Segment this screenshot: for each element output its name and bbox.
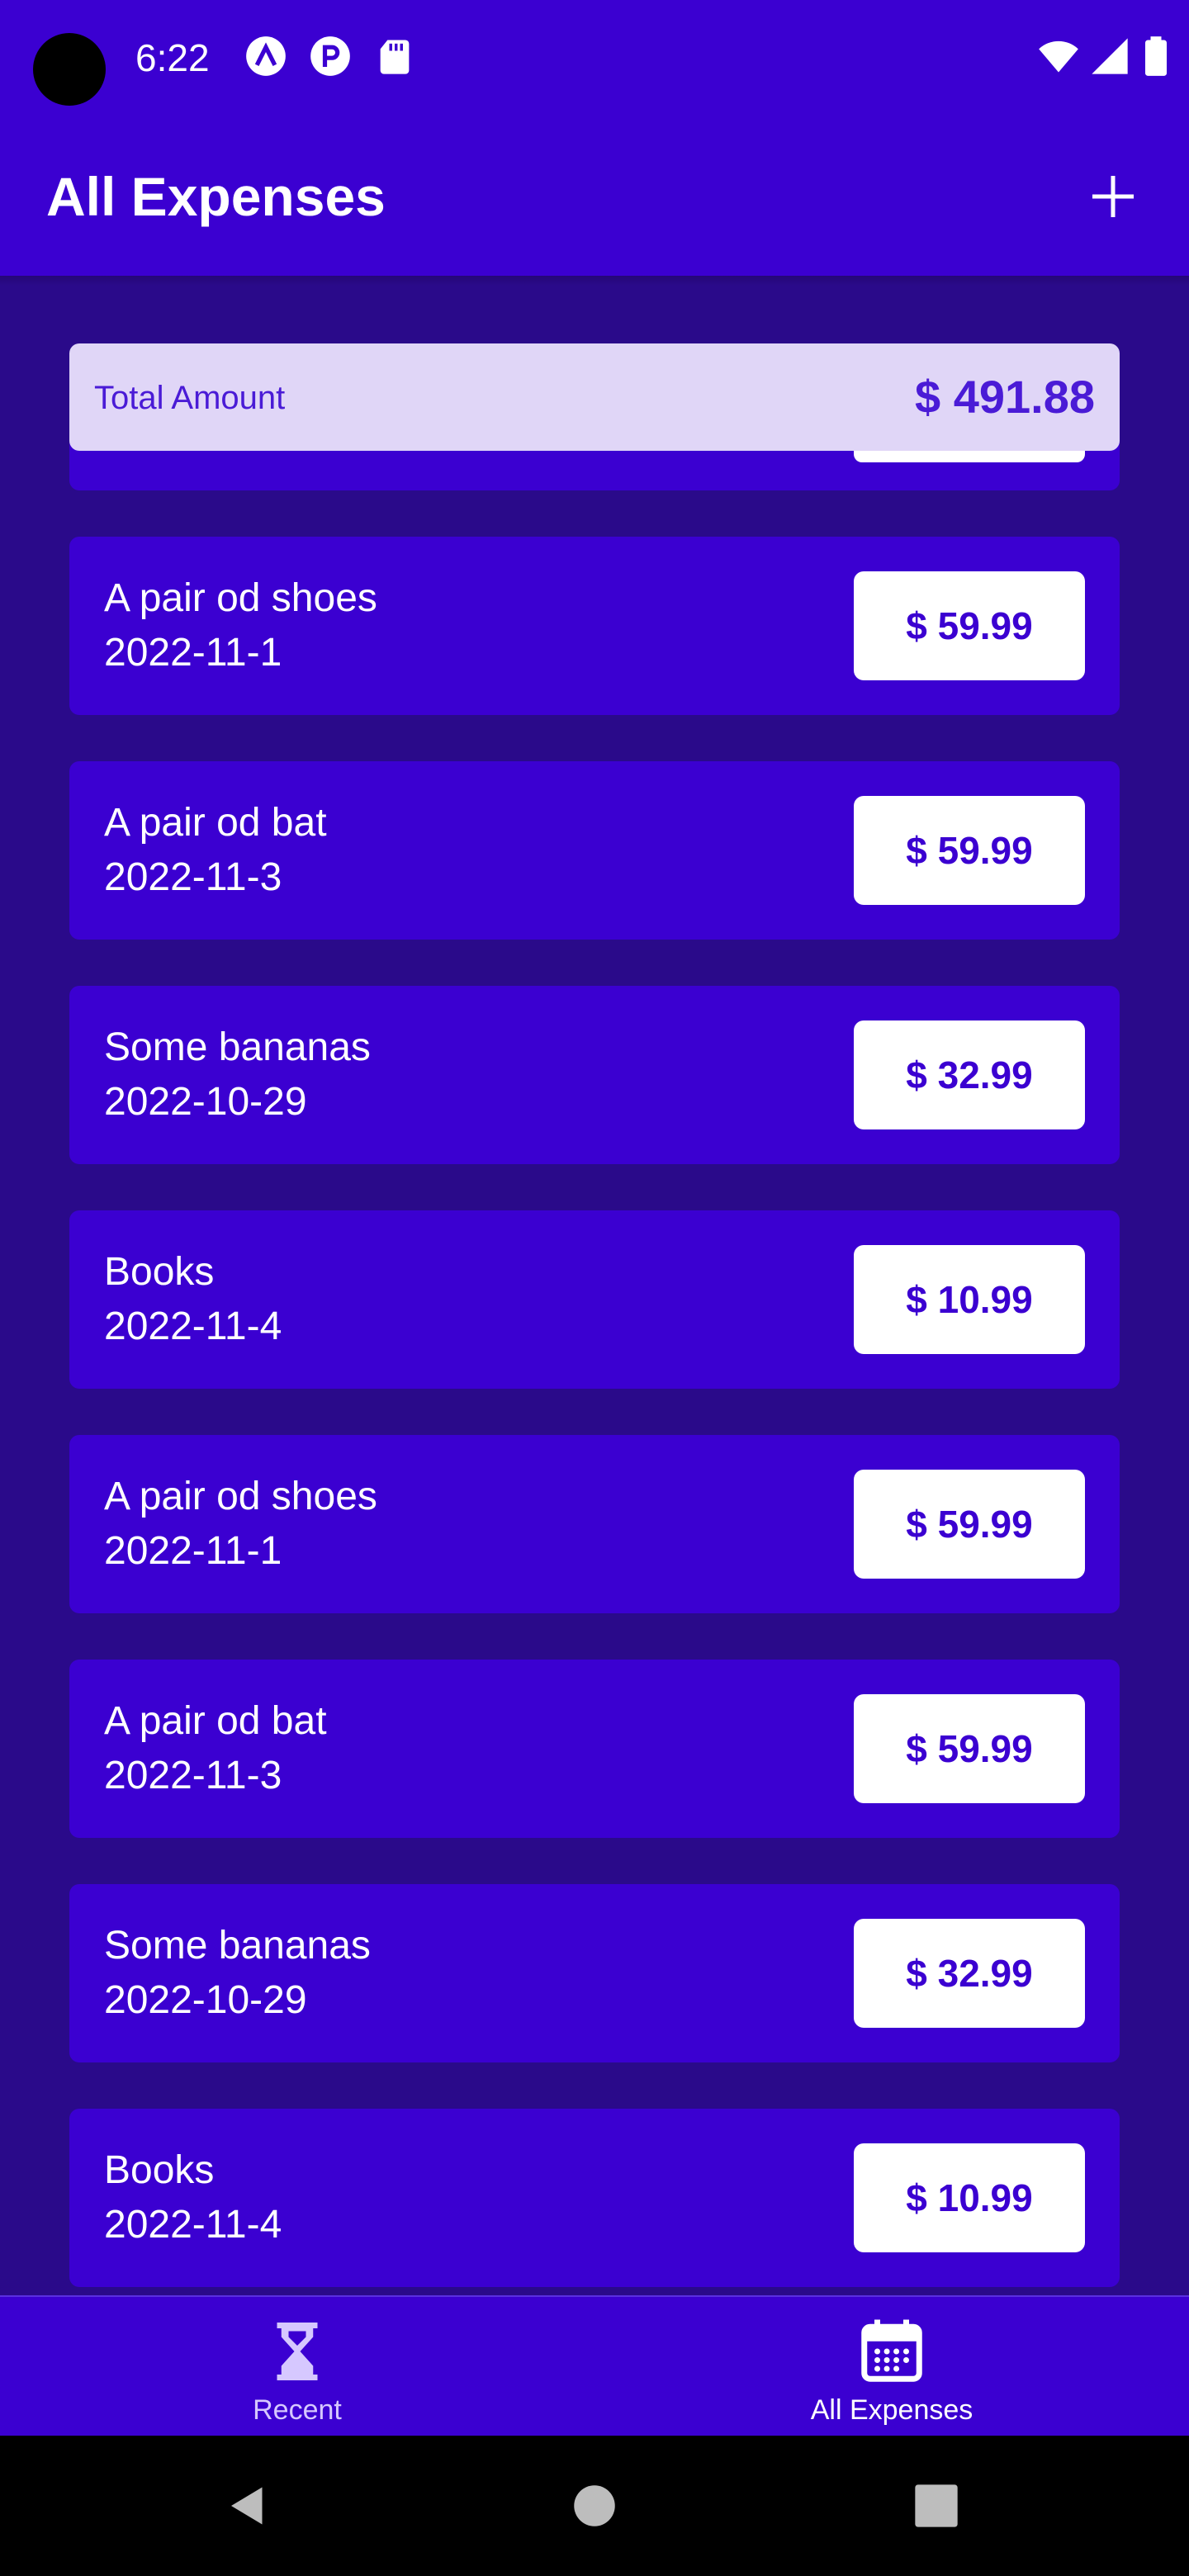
wifi-icon — [1039, 40, 1078, 73]
expense-title: A pair od shoes — [104, 1475, 377, 1518]
summary-total: $ 491.88 — [915, 371, 1095, 423]
sd-card-icon — [380, 40, 410, 74]
expense-title: A pair od shoes — [104, 576, 377, 620]
expense-amount: $ 59.99 — [854, 1470, 1085, 1579]
plus-icon — [1092, 176, 1134, 217]
expense-amount: $ 59.99 — [854, 1694, 1085, 1803]
status-time: 6:22 — [135, 36, 210, 79]
expense-card[interactable]: Books 2022-11-4 $ 10.99 — [69, 1210, 1120, 1389]
expenses-summary: Total Amount $ 491.88 — [69, 343, 1120, 451]
expense-date: 2022-11-4 — [104, 1305, 282, 1348]
back-triangle-icon — [231, 2487, 263, 2525]
expense-title: A pair od bat — [104, 801, 327, 845]
app-a-icon — [246, 36, 286, 76]
expense-title: Books — [104, 2148, 215, 2192]
expense-amount: $ 32.99 — [854, 1020, 1085, 1129]
nav-item-all-expenses[interactable]: All Expenses — [594, 2297, 1189, 2437]
summary-label: Total Amount — [94, 380, 286, 416]
expense-amount: $ 59.99 — [854, 796, 1085, 905]
expense-amount: $ 10.99 — [854, 2143, 1085, 2252]
nav-item-recent[interactable]: Recent — [0, 2297, 594, 2437]
expense-amount: $ 10.99 — [854, 1245, 1085, 1354]
expense-card[interactable]: Books 2022-11-4 $ 10.99 — [69, 2109, 1120, 2287]
page-title: All Expenses — [46, 166, 386, 227]
signal-icon — [1092, 38, 1128, 74]
expense-date: 2022-11-3 — [104, 855, 282, 899]
expense-date: 2022-11-1 — [104, 631, 282, 675]
hourglass-icon — [277, 2323, 318, 2380]
recents-button[interactable] — [870, 2436, 1002, 2576]
add-expense-button[interactable] — [1078, 162, 1148, 231]
expense-amount: $ 32.99 — [854, 1919, 1085, 2028]
bottom-navigation: Recent All Expenses — [0, 2295, 1189, 2436]
status-bar: 6:22 — [0, 0, 1189, 116]
expense-date: 2022-11-4 — [104, 2203, 282, 2247]
expense-card[interactable]: Some bananas 2022-10-29 $ 32.99 — [69, 986, 1120, 1164]
expense-card[interactable]: A pair od bat 2022-11-3 $ 59.99 — [69, 761, 1120, 940]
expense-card[interactable]: A pair od shoes 2022-11-1 $ 59.99 — [69, 537, 1120, 715]
expense-card[interactable]: A pair od bat 2022-11-3 $ 59.99 — [69, 1660, 1120, 1838]
expense-amount: $ 59.99 — [854, 571, 1085, 680]
home-circle-icon — [574, 2485, 615, 2526]
camera-cutout — [33, 33, 106, 106]
expense-title: A pair od bat — [104, 1699, 327, 1743]
app-p-icon — [310, 36, 350, 76]
expense-date: 2022-10-29 — [104, 1978, 307, 2022]
header-shadow — [0, 276, 1189, 286]
calendar-icon — [861, 2319, 922, 2382]
expense-date: 2022-11-1 — [104, 1529, 282, 1573]
nav-label-recent: Recent — [253, 2394, 342, 2426]
back-button[interactable] — [182, 2436, 314, 2576]
nav-label-all-expenses: All Expenses — [810, 2394, 973, 2426]
expense-title: Books — [104, 1250, 215, 1294]
expense-date: 2022-10-29 — [104, 1080, 307, 1124]
home-button[interactable] — [528, 2436, 661, 2576]
recents-square-icon — [915, 2484, 958, 2527]
expense-title: Some bananas — [104, 1924, 371, 1968]
expense-card[interactable]: Some bananas 2022-10-29 $ 32.99 — [69, 1884, 1120, 2062]
system-navigation-bar — [0, 2436, 1189, 2576]
battery-icon — [1145, 36, 1167, 76]
expense-card[interactable]: A pair od shoes 2022-11-1 $ 59.99 — [69, 1435, 1120, 1613]
expense-date: 2022-11-3 — [104, 1754, 282, 1797]
expense-title: Some bananas — [104, 1025, 371, 1069]
